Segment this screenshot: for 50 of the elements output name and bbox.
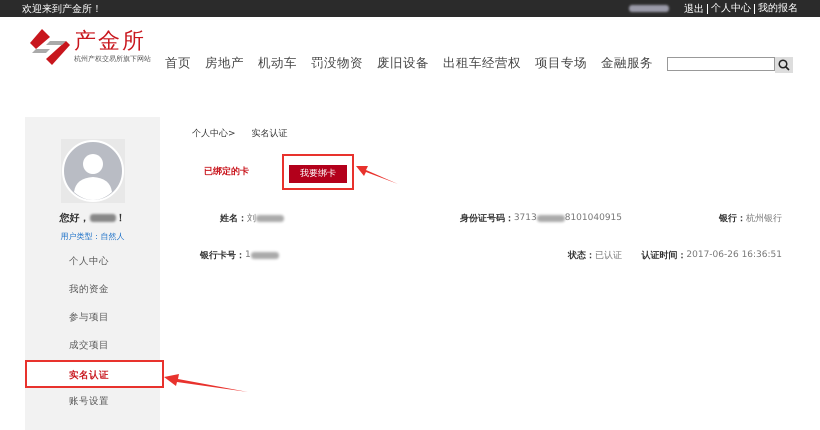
- field-value: 杭州银行: [746, 212, 782, 224]
- top-link[interactable]: 个人中心: [707, 4, 751, 14]
- sidebar-item[interactable]: 成交项目: [25, 332, 160, 360]
- search-field[interactable]: [667, 57, 775, 71]
- top-link[interactable]: 我的报名: [754, 4, 798, 14]
- greeting-mark: ！: [116, 212, 126, 225]
- field-value: 1: [245, 250, 251, 260]
- nav-link[interactable]: 首页: [165, 55, 191, 72]
- search-icon: [778, 59, 790, 71]
- field-value: 刘: [247, 212, 256, 224]
- sidebar-item[interactable]: 个人中心: [25, 248, 160, 276]
- sidebar-item[interactable]: 我的资金: [25, 276, 160, 304]
- blurred-value: [250, 252, 279, 258]
- field-label: 认证时间：: [641, 249, 686, 262]
- nav-link[interactable]: 房地产: [205, 55, 244, 72]
- field-value: 已认证: [595, 250, 622, 262]
- logo-icon: [28, 27, 72, 67]
- blurred-name: [90, 214, 116, 222]
- field-label: 身份证号码：: [460, 212, 514, 224]
- breadcrumb-item[interactable]: 个人中心>: [192, 127, 236, 140]
- field-label: 状态：: [568, 249, 595, 262]
- nav-link[interactable]: 金融服务: [601, 55, 653, 72]
- section-title: 已绑定的卡: [204, 165, 250, 178]
- bind-card-button[interactable]: 我要绑卡: [289, 164, 347, 182]
- sidebar-item[interactable]: 参与项目: [25, 304, 160, 332]
- nav-link[interactable]: 罚没物资: [311, 55, 363, 72]
- field-label: 银行：: [719, 212, 746, 224]
- blurred-username: [629, 5, 669, 12]
- search-button[interactable]: [775, 57, 793, 73]
- field-value: 2017-06-26 16:36:51: [686, 250, 782, 260]
- logo-name: 产金所: [74, 30, 147, 54]
- blurred-value: [256, 214, 284, 222]
- field-value: 3713: [514, 213, 537, 223]
- welcome-text: 欢迎来到产金所！: [22, 2, 102, 16]
- top-link[interactable]: 退出: [684, 2, 704, 16]
- field-label: 银行卡号：: [200, 249, 245, 262]
- user-type-value: 自然人: [100, 231, 124, 242]
- breadcrumb-item: 实名认证: [252, 128, 288, 140]
- sidebar-item[interactable]: 实名认证: [25, 360, 164, 388]
- field-value-end: 8101040915: [564, 213, 622, 223]
- user-type-label: 用户类型：: [60, 231, 100, 242]
- avatar: [60, 139, 124, 203]
- nav-link[interactable]: 机动车: [258, 55, 297, 72]
- blurred-value: [536, 214, 565, 222]
- nav-link[interactable]: 废旧设备: [377, 55, 429, 72]
- nav-link[interactable]: 项目专场: [535, 55, 587, 72]
- sidebar-item[interactable]: 账号设置: [25, 388, 160, 416]
- field-label: 姓名：: [220, 212, 247, 224]
- greeting-text: 您好，: [60, 212, 90, 225]
- nav-link[interactable]: 出租车经营权: [443, 55, 521, 72]
